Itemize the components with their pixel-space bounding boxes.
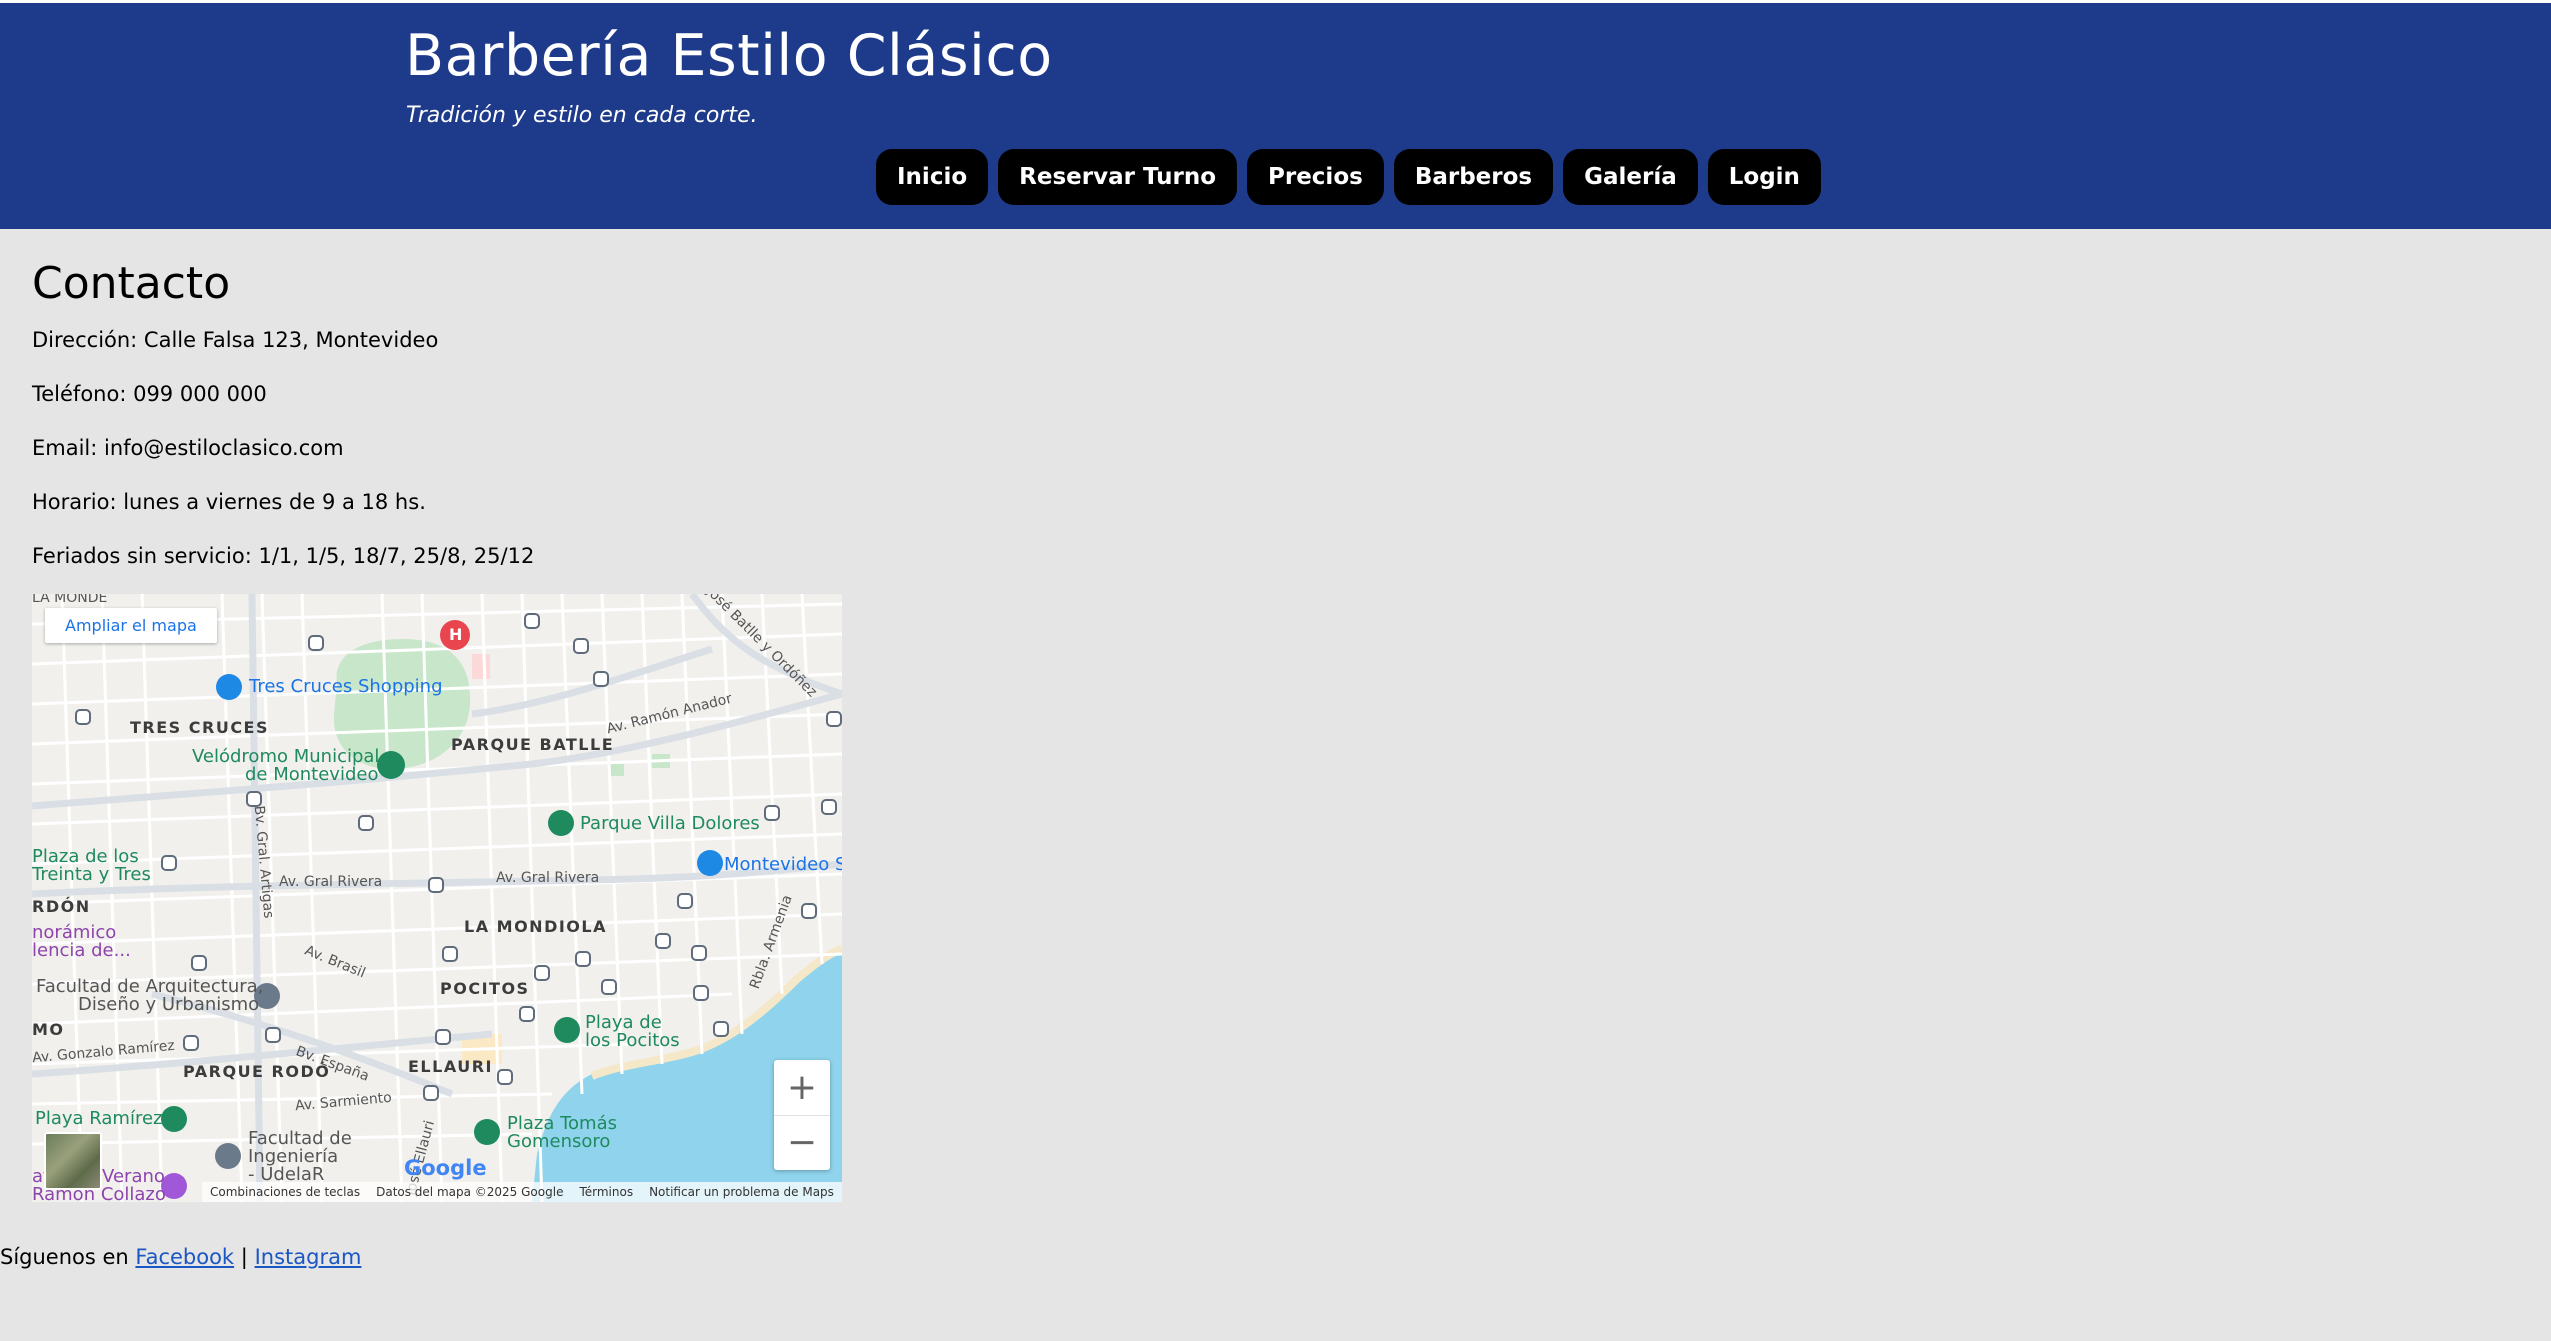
hospital-icon: H [449,625,463,644]
contact-hours: Horario: lunes a viernes de 9 a 18 hs. [32,490,426,514]
main-nav: Inicio Reservar Turno Precios Barberos G… [876,149,1821,205]
contact-heading: Contacto [32,258,231,309]
footer-separator: | [240,1245,248,1269]
map-label-mo: MO [32,1020,65,1039]
map-attribution: Combinaciones de teclas Datos del mapa ©… [202,1182,842,1202]
map-label-la-mondiola-top: LA MONDE [32,594,108,606]
contact-phone: Teléfono: 099 000 000 [32,382,267,406]
map-label-montevideo-shopping[interactable]: Montevideo Sh [724,854,842,875]
map-label-gral-rivera: Av. Gral Rivera [279,874,383,890]
map-label-plaza-treinta-2[interactable]: Treinta y Tres [32,866,151,884]
social-footer: Síguenos en Facebook | Instagram [0,1245,361,1269]
map-label-tres-cruces: TRES CRUCES [130,718,270,737]
facebook-link[interactable]: Facebook [135,1245,234,1269]
map-label-tres-cruces-shopping[interactable]: Tres Cruces Shopping [249,676,443,697]
zoom-in-button[interactable]: + [774,1060,830,1116]
zoom-controls: + − [774,1060,830,1170]
terms-link[interactable]: Términos [579,1185,633,1199]
nav-inicio-button[interactable]: Inicio [876,149,989,205]
google-logo: Google [404,1156,487,1180]
expand-map-button[interactable]: Ampliar el mapa [45,608,217,643]
report-problem-link[interactable]: Notificar un problema de Maps [649,1185,834,1199]
map-label-la-mondiola: LA MONDIOLA [464,917,607,936]
map-label-ellauri: ELLAURI [408,1057,493,1076]
map-label-playa-ramirez[interactable]: Playa Ramírez [35,1110,163,1128]
map-label-facultad-arq-2[interactable]: Diseño y Urbanismo [78,996,259,1014]
map-label-parque-villa-dolores[interactable]: Parque Villa Dolores [580,815,760,833]
contact-address: Dirección: Calle Falsa 123, Montevideo [32,328,439,352]
site-title: Barbería Estilo Clásico [405,23,1053,89]
map-label-parque-batlle: PARQUE BATLLE [451,735,615,754]
site-header: Barbería Estilo Clásico Tradición y esti… [0,3,2551,229]
footer-prefix: Síguenos en [0,1245,129,1269]
map-label-playa-pocitos-2[interactable]: los Pocitos [585,1032,680,1050]
map-label-pocitos: POCITOS [440,979,530,998]
site-tagline: Tradición y estilo en cada corte. [406,103,758,128]
contact-email: Email: info@estiloclasico.com [32,436,344,460]
satellite-toggle-thumbnail[interactable] [44,1132,102,1190]
map-label-plaza-gomensoro-2[interactable]: Gomensoro [507,1133,610,1151]
google-logo-text: Google [404,1156,487,1180]
nav-galeria-button[interactable]: Galería [1563,149,1698,205]
map-data-credit: Datos del mapa ©2025 Google [376,1185,564,1199]
embedded-map[interactable]: LA MONDE H Tres Cruces Shopping TRES CRU… [32,594,842,1202]
nav-login-button[interactable]: Login [1707,149,1821,205]
map-label-cordon: RDÓN [32,897,91,916]
zoom-out-button[interactable]: − [774,1115,830,1170]
map-label-panoramico-2[interactable]: lencia de... [32,942,131,960]
map-label-velodromo-2[interactable]: de Montevideo [245,766,378,784]
instagram-link[interactable]: Instagram [255,1245,362,1269]
contact-holidays: Feriados sin servicio: 1/1, 1/5, 18/7, 2… [32,544,535,568]
map-label-parque-rodo: PARQUE RODÓ [183,1062,331,1081]
nav-reservar-turno-button[interactable]: Reservar Turno [998,149,1237,205]
nav-barberos-button[interactable]: Barberos [1393,149,1554,205]
keyboard-shortcuts-link[interactable]: Combinaciones de teclas [210,1185,360,1199]
map-label-gral-rivera-2: Av. Gral Rivera [496,870,600,886]
nav-precios-button[interactable]: Precios [1247,149,1384,205]
